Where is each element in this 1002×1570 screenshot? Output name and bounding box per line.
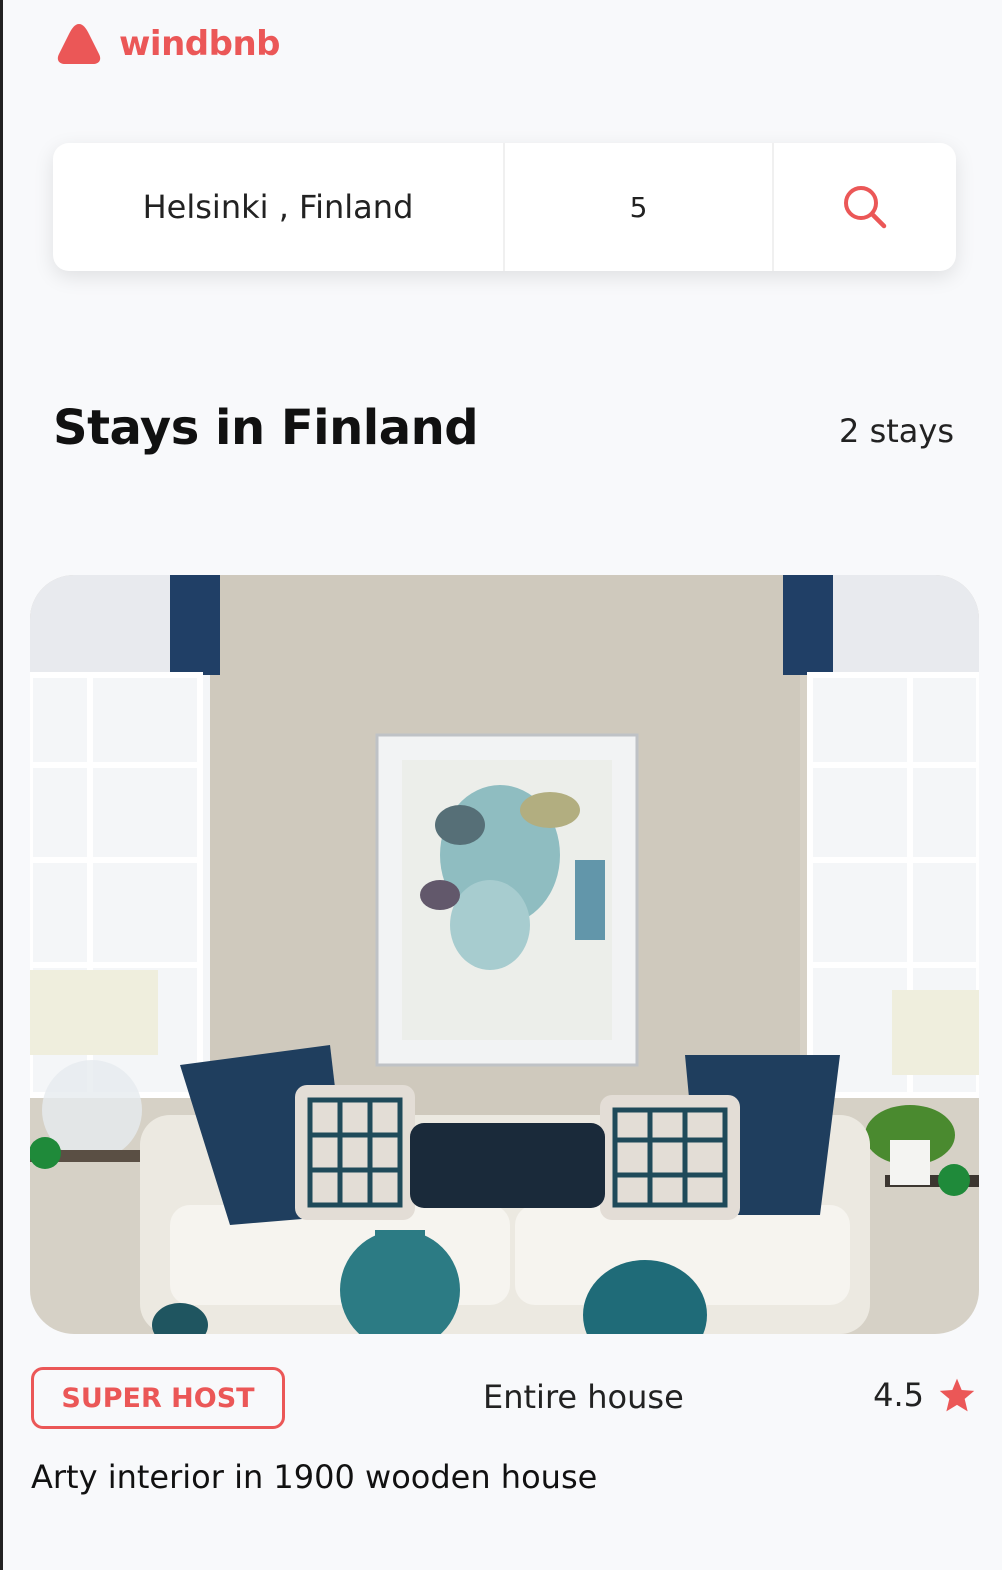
search-button[interactable] <box>774 143 956 271</box>
stay-image[interactable] <box>30 575 979 1334</box>
guests-field[interactable]: 5 <box>505 143 774 271</box>
location-field[interactable]: Helsinki , Finland <box>53 143 505 271</box>
rating-value: 4.5 <box>873 1376 924 1414</box>
search-icon <box>844 186 887 229</box>
logo-icon <box>57 24 101 64</box>
page-title: Stays in Finland <box>53 400 479 456</box>
search-bar: Helsinki , Finland 5 <box>53 143 956 271</box>
logo[interactable]: windbnb <box>55 22 281 66</box>
stay-rating: 4.5 <box>873 1376 976 1414</box>
brand-name: windbnb <box>119 24 281 64</box>
stay-type: Entire house <box>483 1378 684 1416</box>
stay-count: 2 stays <box>839 412 954 450</box>
stay-title[interactable]: Arty interior in 1900 wooden house <box>31 1458 597 1496</box>
star-icon <box>939 1378 975 1412</box>
super-host-badge: SUPER HOST <box>31 1367 285 1429</box>
living-room-photo <box>30 575 979 1334</box>
